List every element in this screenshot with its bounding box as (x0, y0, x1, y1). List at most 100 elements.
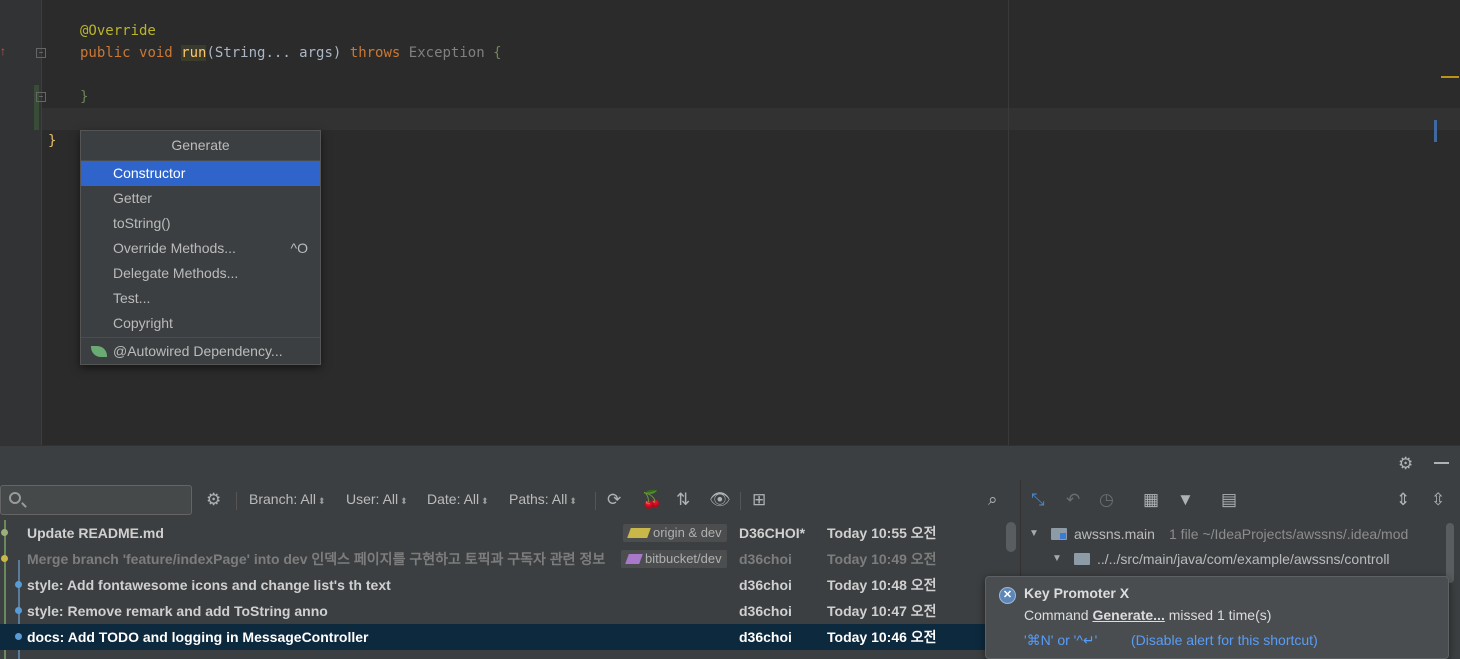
item-label: toString() (113, 215, 171, 231)
user-filter[interactable]: User: All ⬍ (346, 491, 408, 507)
graph-commit-dot (15, 607, 22, 614)
generate-item-copyright[interactable]: Copyright (81, 311, 320, 336)
revert-icon: ↶ (1066, 490, 1081, 509)
commit-message: docs: Add TODO and logging in MessageCon… (27, 629, 369, 645)
chevron-down-icon[interactable]: ▼ (1052, 547, 1062, 571)
item-label: Constructor (113, 165, 186, 181)
graph-commit-dot (1, 555, 8, 562)
search-icon[interactable]: ⌕ (988, 490, 998, 510)
editor-gutter[interactable] (0, 0, 42, 445)
commit-row[interactable]: style: Remove remark and add ToString an… (0, 598, 1004, 624)
new-tab-icon[interactable]: ⊞ (752, 490, 766, 510)
command-link[interactable]: Generate... (1092, 607, 1164, 623)
refresh-icon[interactable]: ⟳ (607, 490, 621, 510)
module-name: awssns.main (1074, 526, 1155, 542)
search-icon (9, 492, 21, 504)
git-log-toolbar: ⚙ Branch: All ⬍ User: All ⬍ Date: All ⬍ Pat… (0, 484, 1020, 516)
item-shortcut: ^O (290, 240, 308, 256)
scrollbar-caret-marker[interactable] (1434, 120, 1437, 142)
updown-icon: ⬍ (317, 496, 326, 506)
branch-tag: bitbucket/dev (621, 550, 727, 568)
folder-icon (1074, 553, 1090, 565)
commit-list-scrollbar[interactable] (1006, 522, 1016, 552)
updown-icon: ⬍ (569, 496, 577, 506)
code-line-close-class: } (48, 133, 57, 149)
key-promoter-icon: ✕ (999, 587, 1016, 604)
commit-list[interactable]: Update README.md origin & dev D36CHOI* T… (0, 520, 1004, 659)
cherry-pick-icon[interactable]: 🍒 (641, 490, 662, 510)
commit-author: d36choi (739, 577, 792, 593)
code-line-method-signature: public void run(String... args) throws E… (80, 45, 502, 61)
generate-item-test[interactable]: Test... (81, 286, 320, 311)
branch-filter[interactable]: Branch: All ⬍ (249, 491, 325, 507)
updown-icon: ⬍ (481, 496, 489, 506)
commit-row[interactable]: Update README.md origin & dev D36CHOI* T… (0, 520, 1004, 546)
branch-tag: origin & dev (623, 524, 727, 542)
generate-popup[interactable]: Generate Constructor Getter toString() O… (80, 130, 321, 365)
log-search-input[interactable] (0, 485, 192, 515)
commit-message: style: Remove remark and add ToString an… (27, 603, 328, 619)
shortcut-hint: '⌘N' or '^↵' (1024, 632, 1098, 648)
chevron-down-icon[interactable]: ▼ (1029, 522, 1039, 546)
generate-item-override-methods[interactable]: Override Methods... ^O (81, 236, 320, 261)
graph-commit-dot (15, 581, 22, 588)
overrides-method-icon[interactable]: ↑ (0, 44, 6, 58)
item-label: Delegate Methods... (113, 265, 239, 281)
tag-label: bitbucket/dev (645, 551, 722, 566)
commit-author: d36choi (739, 551, 792, 567)
item-label: Getter (113, 190, 152, 206)
item-label: Test... (113, 290, 151, 306)
message-suffix: missed 1 time(s) (1164, 607, 1272, 623)
code-line-annotation: @Override (80, 23, 156, 39)
item-label: @Autowired Dependency... (113, 343, 283, 359)
commit-row[interactable]: style: Add fontawesome icons and change … (0, 572, 1004, 598)
gear-icon[interactable]: ⚙ (1398, 454, 1413, 474)
commit-date: Today 10:47 오전 (827, 603, 937, 619)
paths-filter[interactable]: Paths: All ⬍ (509, 491, 577, 507)
generate-item-constructor[interactable]: Constructor (81, 161, 320, 186)
module-folder-icon (1051, 528, 1067, 540)
toolbar-separator (740, 492, 741, 510)
fold-toggle-icon[interactable]: − (36, 92, 46, 102)
filter-icon[interactable]: ▼ (1177, 490, 1194, 510)
sort-arrows-icon[interactable]: ⇅ (676, 490, 690, 510)
date-filter-label: Date: All (427, 491, 480, 507)
generate-item-autowired-dependency[interactable]: @Autowired Dependency... (81, 339, 320, 364)
spring-leaf-icon (91, 346, 107, 357)
collapse-arrows-icon[interactable]: ⤡ (1031, 490, 1045, 510)
tree-module-node[interactable]: ▼ awssns.main 1 file ~/IdeaProjects/awss… (1021, 522, 1441, 546)
minimize-icon[interactable] (1434, 462, 1449, 464)
commit-date: Today 10:49 오전 (827, 551, 937, 567)
expand-all-icon[interactable]: ⇕ (1396, 490, 1410, 510)
tree-path-node[interactable]: ▼ ../../src/main/java/com/example/awssns… (1021, 547, 1441, 571)
date-filter[interactable]: Date: All ⬍ (427, 491, 489, 507)
popup-title: Generate (81, 131, 320, 161)
generate-item-getter[interactable]: Getter (81, 186, 320, 211)
history-icon: ◷ (1099, 490, 1114, 509)
commit-row[interactable]: Merge branch 'feature/indexPage' into de… (0, 546, 1004, 572)
preview-layout-icon[interactable]: ▤ (1221, 490, 1237, 510)
disable-alert-link[interactable]: (Disable alert for this shortcut) (1131, 632, 1318, 648)
paths-filter-label: Paths: All (509, 491, 568, 507)
warning-stripe-marker[interactable] (1441, 76, 1459, 78)
collapse-all-icon[interactable]: ⇳ (1431, 490, 1445, 510)
notification-title: Key Promoter X (1024, 585, 1130, 601)
graph-commit-dot (1, 529, 8, 536)
item-label: Override Methods... (113, 240, 236, 256)
key-promoter-notification[interactable]: ✕ Key Promoter X Command Generate... mis… (985, 576, 1449, 659)
commit-message: style: Add fontawesome icons and change … (27, 577, 391, 593)
toolbar-separator (595, 492, 596, 510)
commit-row-selected[interactable]: docs: Add TODO and logging in MessageCon… (0, 624, 1004, 650)
changes-scrollbar[interactable] (1446, 523, 1454, 583)
generate-item-tostring[interactable]: toString() (81, 211, 320, 236)
updown-icon: ⬍ (400, 496, 408, 506)
tag-icon (625, 554, 643, 564)
gear-icon[interactable]: ⚙ (206, 490, 221, 510)
fold-toggle-icon[interactable]: − (36, 48, 46, 58)
generate-item-delegate-methods[interactable]: Delegate Methods... (81, 261, 320, 286)
user-filter-label: User: All (346, 491, 399, 507)
popup-separator (81, 337, 320, 338)
eye-icon[interactable]: 👁 (709, 490, 731, 510)
commit-author: d36choi (739, 603, 792, 619)
group-by-icon[interactable]: ▦ (1143, 490, 1159, 510)
